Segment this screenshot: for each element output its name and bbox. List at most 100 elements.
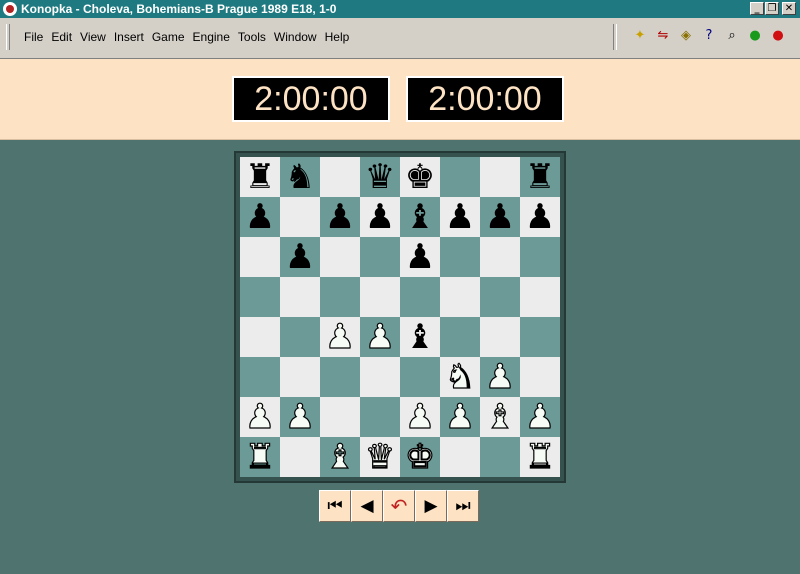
menu-insert[interactable]: Insert: [114, 30, 144, 44]
square-d2[interactable]: [360, 397, 400, 437]
square-b3[interactable]: [280, 357, 320, 397]
white-piece-icon[interactable]: ♞: [444, 359, 476, 394]
square-g6[interactable]: [480, 237, 520, 277]
flip-board-icon[interactable]: ⇋: [655, 28, 671, 44]
square-h5[interactable]: [520, 277, 560, 317]
black-piece-icon[interactable]: ♝: [405, 320, 435, 354]
square-a7[interactable]: ♟: [240, 197, 280, 237]
white-piece-icon[interactable]: ♟: [404, 399, 436, 434]
black-piece-icon[interactable]: ♟: [285, 240, 315, 274]
black-piece-icon[interactable]: ♞: [285, 160, 315, 194]
square-b5[interactable]: [280, 277, 320, 317]
square-h4[interactable]: [520, 317, 560, 357]
square-c6[interactable]: [320, 237, 360, 277]
white-piece-icon[interactable]: ♚: [404, 439, 436, 474]
square-f7[interactable]: ♟: [440, 197, 480, 237]
square-b6[interactable]: ♟: [280, 237, 320, 277]
square-g5[interactable]: [480, 277, 520, 317]
menu-window[interactable]: Window: [274, 30, 317, 44]
square-g8[interactable]: [480, 157, 520, 197]
help-search-icon[interactable]: ?: [701, 28, 717, 44]
white-piece-icon[interactable]: ♟: [324, 319, 356, 354]
square-d8[interactable]: ♛: [360, 157, 400, 197]
square-c8[interactable]: [320, 157, 360, 197]
black-piece-icon[interactable]: ♟: [445, 200, 475, 234]
menu-file[interactable]: File: [24, 30, 43, 44]
square-f2[interactable]: ♟: [440, 397, 480, 437]
square-g2[interactable]: ♝: [480, 397, 520, 437]
menu-view[interactable]: View: [80, 30, 106, 44]
square-c7[interactable]: ♟: [320, 197, 360, 237]
black-piece-icon[interactable]: ♟: [405, 240, 435, 274]
square-f5[interactable]: [440, 277, 480, 317]
black-piece-icon[interactable]: ♟: [245, 200, 275, 234]
square-e8[interactable]: ♚: [400, 157, 440, 197]
square-g4[interactable]: [480, 317, 520, 357]
square-a1[interactable]: ♜: [240, 437, 280, 477]
square-f4[interactable]: [440, 317, 480, 357]
square-c1[interactable]: ♝: [320, 437, 360, 477]
square-b1[interactable]: [280, 437, 320, 477]
minimize-button[interactable]: _: [750, 2, 764, 15]
square-d5[interactable]: [360, 277, 400, 317]
app-logo-icon[interactable]: [3, 2, 17, 16]
square-a5[interactable]: [240, 277, 280, 317]
white-piece-icon[interactable]: ♛: [364, 439, 396, 474]
square-b8[interactable]: ♞: [280, 157, 320, 197]
menu-game[interactable]: Game: [152, 30, 185, 44]
square-a8[interactable]: ♜: [240, 157, 280, 197]
restore-button[interactable]: ❐: [765, 2, 779, 15]
ok-icon[interactable]: ●: [747, 28, 763, 44]
menu-engine[interactable]: Engine: [193, 30, 230, 44]
square-d1[interactable]: ♛: [360, 437, 400, 477]
white-piece-icon[interactable]: ♟: [284, 399, 316, 434]
square-e1[interactable]: ♚: [400, 437, 440, 477]
chess-board[interactable]: ♜ ♞ ♛ ♚ ♜ ♟ ♟ ♟ ♝ ♟ ♟ ♟ ♟ ♟ ♟ ♟ ♝ ♞ ♟ ♟ ♟ ♟ ♟ ♝ ♟ ♜ ♝ ♛ ♚ ♜: [240, 157, 560, 477]
square-h7[interactable]: ♟: [520, 197, 560, 237]
square-f8[interactable]: [440, 157, 480, 197]
white-piece-icon[interactable]: ♜: [524, 439, 556, 474]
square-e4[interactable]: ♝: [400, 317, 440, 357]
square-d7[interactable]: ♟: [360, 197, 400, 237]
square-f3[interactable]: ♞: [440, 357, 480, 397]
square-d3[interactable]: [360, 357, 400, 397]
stop-icon[interactable]: ●: [770, 28, 786, 44]
square-d4[interactable]: ♟: [360, 317, 400, 357]
new-game-icon[interactable]: ✦: [632, 28, 648, 44]
square-e3[interactable]: [400, 357, 440, 397]
take-back-button[interactable]: ↶: [383, 490, 415, 522]
square-c2[interactable]: [320, 397, 360, 437]
white-piece-icon[interactable]: ♝: [324, 439, 356, 474]
square-c3[interactable]: [320, 357, 360, 397]
white-piece-icon[interactable]: ♟: [484, 359, 516, 394]
close-button[interactable]: ✕: [782, 2, 796, 15]
square-h3[interactable]: [520, 357, 560, 397]
black-piece-icon[interactable]: ♛: [365, 160, 395, 194]
white-piece-icon[interactable]: ♟: [444, 399, 476, 434]
black-piece-icon[interactable]: ♟: [525, 200, 555, 234]
black-piece-icon[interactable]: ♟: [485, 200, 515, 234]
black-piece-icon[interactable]: ♟: [325, 200, 355, 234]
square-h2[interactable]: ♟: [520, 397, 560, 437]
menu-tools[interactable]: Tools: [238, 30, 266, 44]
last-move-button[interactable]: ⏭: [447, 490, 479, 522]
square-e7[interactable]: ♝: [400, 197, 440, 237]
square-e5[interactable]: [400, 277, 440, 317]
black-piece-icon[interactable]: ♝: [405, 200, 435, 234]
square-h6[interactable]: [520, 237, 560, 277]
black-piece-icon[interactable]: ♜: [245, 160, 275, 194]
square-a6[interactable]: [240, 237, 280, 277]
square-g7[interactable]: ♟: [480, 197, 520, 237]
square-g3[interactable]: ♟: [480, 357, 520, 397]
square-e2[interactable]: ♟: [400, 397, 440, 437]
black-piece-icon[interactable]: ♟: [365, 200, 395, 234]
menu-edit[interactable]: Edit: [51, 30, 72, 44]
hint-icon[interactable]: ◈: [678, 28, 694, 44]
square-e6[interactable]: ♟: [400, 237, 440, 277]
analyze-icon[interactable]: ⌕: [724, 28, 740, 44]
white-piece-icon[interactable]: ♟: [244, 399, 276, 434]
white-piece-icon[interactable]: ♟: [364, 319, 396, 354]
next-move-button[interactable]: ▶: [415, 490, 447, 522]
square-c4[interactable]: ♟: [320, 317, 360, 357]
square-b7[interactable]: [280, 197, 320, 237]
